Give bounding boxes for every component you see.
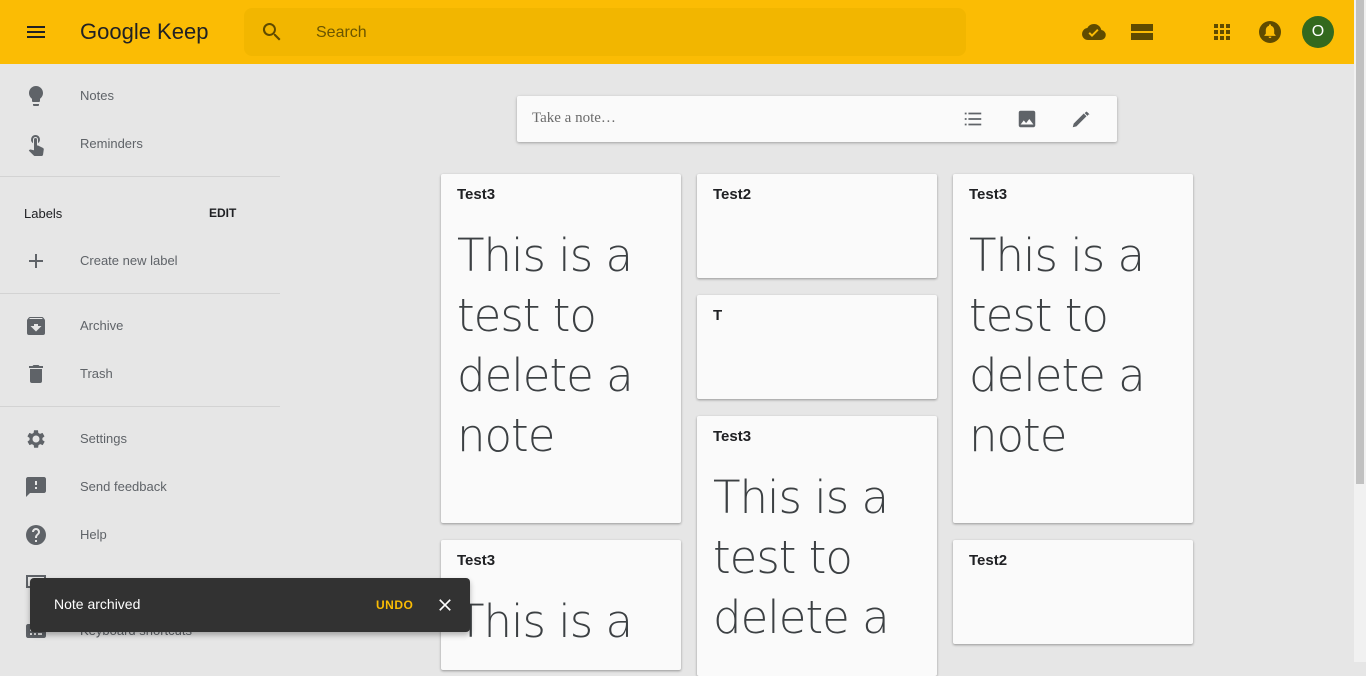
sidebar-item-label: Create new label [80,253,178,268]
feedback-icon [26,477,46,497]
note-title: Test3 [713,428,752,445]
scrollbar-thumb[interactable] [1356,0,1364,484]
trash-icon [29,365,43,383]
note-title: Test3 [969,186,1008,203]
note-card[interactable]: T [697,295,937,399]
note-card[interactable]: Test3 This is a test to delete a [697,416,937,676]
lightbulb-icon [29,86,43,106]
sidebar-item-label: Archive [80,318,124,333]
close-icon[interactable] [435,595,455,615]
search-input[interactable] [314,20,938,46]
note-body: This is a test to delete a note [969,229,1146,462]
sidebar: Notes Reminders Labels EDIT Create new l… [0,64,280,662]
note-body: This is a test to delete a [713,471,890,644]
note-title: T [713,307,723,324]
note-title: Test2 [713,186,752,203]
note-body: This is a test to delete a note [457,229,634,462]
note-card[interactable]: Test3 This is a [441,540,681,670]
plus-icon [29,254,43,268]
note-card[interactable]: Test3 This is a test to delete a note [441,174,681,523]
sidebar-item-label: Notes [80,88,114,103]
labels-heading: Labels [24,206,63,221]
note-card[interactable]: Test2 [953,540,1193,644]
note-card[interactable]: Test2 [697,174,937,278]
note-title: Test2 [969,552,1008,569]
account-avatar[interactable]: O [1302,16,1334,48]
take-note-placeholder[interactable]: Take a note… [532,110,616,127]
note-title: Test3 [457,552,496,569]
sidebar-item-label: Help [80,527,107,542]
undo-button[interactable]: UNDO [376,598,413,612]
sidebar-divider [0,406,280,407]
note-body: This is a [457,595,633,648]
drawing-icon[interactable] [1070,108,1092,130]
sidebar-item-reminders[interactable]: Reminders [0,120,280,168]
sidebar-item-trash[interactable]: Trash [0,350,280,398]
app-header: Google Keep O [0,0,1354,64]
reminder-finger-icon [28,134,44,156]
sidebar-item-feedback[interactable]: Send feedback [0,463,280,511]
sidebar-item-create-label[interactable]: Create new label [0,237,280,285]
snackbar: Note archived UNDO [30,578,470,632]
search-bar[interactable] [244,8,966,56]
sidebar-item-label: Reminders [80,136,143,151]
sidebar-divider [0,293,280,294]
take-note-bar[interactable]: Take a note… [517,96,1117,142]
help-icon [26,525,46,545]
sidebar-item-notes[interactable]: Notes [0,72,280,120]
sidebar-item-label: Send feedback [80,479,167,494]
notifications-icon[interactable] [1258,20,1282,44]
search-icon[interactable] [260,20,284,44]
checklist-icon[interactable] [962,108,984,130]
image-icon[interactable] [1016,108,1038,130]
menu-icon [27,26,45,38]
note-title: Test3 [457,186,496,203]
main-menu-button[interactable] [24,20,48,44]
page-scrollbar[interactable] [1354,0,1366,662]
sidebar-item-help[interactable]: Help [0,511,280,559]
cloud-done-icon[interactable] [1082,20,1106,44]
archive-icon [27,316,45,335]
app-logo[interactable]: Google Keep [80,16,208,48]
apps-icon[interactable] [1210,20,1234,44]
sidebar-item-label: Trash [80,366,113,381]
snackbar-message: Note archived [54,596,141,612]
sidebar-item-label: Settings [80,431,127,446]
sidebar-item-archive[interactable]: Archive [0,302,280,350]
gear-icon [27,430,45,448]
edit-labels-button[interactable]: EDIT [209,206,236,220]
sidebar-divider [0,176,280,177]
note-card[interactable]: Test3 This is a test to delete a note [953,174,1193,523]
sidebar-item-settings[interactable]: Settings [0,415,280,463]
list-view-icon[interactable] [1130,20,1154,44]
